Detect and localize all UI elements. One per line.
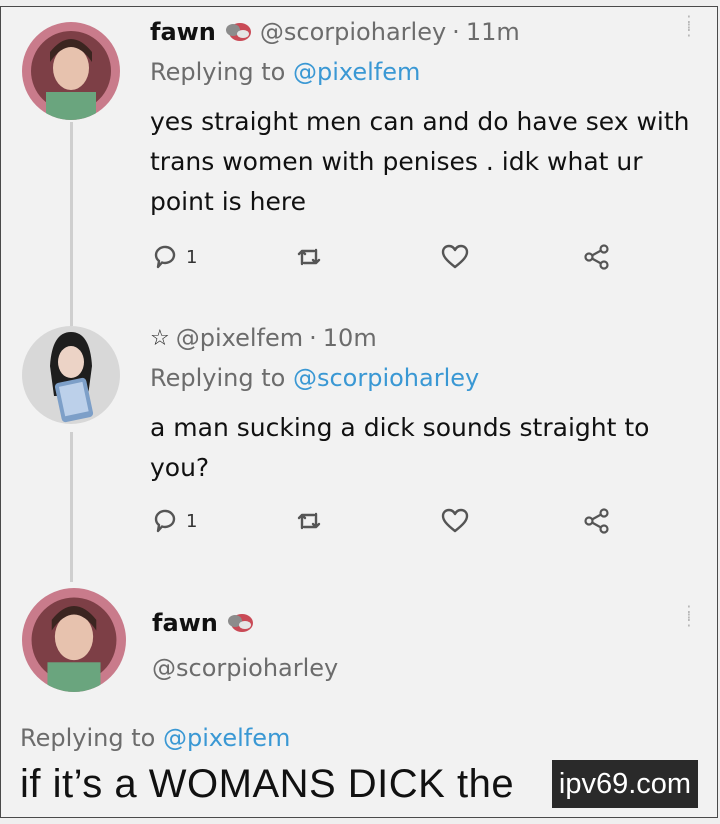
more-icon[interactable]: ⋮ ⋮: [681, 14, 697, 44]
retweet-icon: [294, 506, 324, 536]
replying-prefix: Replying to: [150, 364, 286, 392]
avatar[interactable]: [22, 326, 120, 424]
like-button[interactable]: [440, 506, 470, 536]
replying-prefix: Replying to: [20, 724, 156, 752]
replying-to-link[interactable]: @pixelfem: [163, 724, 290, 752]
avatar[interactable]: [22, 22, 120, 120]
tweet-header: ☆ @pixelfem · 10m: [150, 322, 377, 354]
like-icon: [440, 506, 470, 536]
share-icon: [582, 242, 612, 272]
share-button[interactable]: [582, 242, 612, 272]
action-bar: 1: [150, 242, 630, 282]
pill-emoji-icon: [226, 611, 254, 635]
like-button[interactable]: [440, 242, 470, 272]
replying-to-link[interactable]: @scorpioharley: [293, 364, 479, 392]
reply-icon: [150, 506, 180, 536]
more-icon[interactable]: ⋮ ⋮: [681, 604, 697, 634]
tweet-header: fawn @scorpioharley · 11m: [150, 16, 520, 48]
retweet-icon: [294, 242, 324, 272]
display-name[interactable]: fawn: [150, 18, 216, 46]
handle[interactable]: @scorpioharley: [152, 654, 338, 682]
reply-count: 1: [186, 510, 198, 532]
watermark: ipv69.com: [552, 760, 698, 808]
retweet-button[interactable]: [294, 242, 324, 272]
star-icon: ☆: [150, 325, 170, 351]
focused-header: fawn: [152, 606, 262, 640]
handle[interactable]: @scorpioharley: [260, 18, 446, 46]
replying-to-link[interactable]: @pixelfem: [293, 58, 420, 86]
timestamp[interactable]: 11m: [466, 18, 520, 46]
thread-line: [70, 432, 73, 582]
pill-emoji-icon: [224, 20, 252, 44]
tweet-text: yes straight men can and do have sex wit…: [150, 107, 690, 216]
replying-prefix: Replying to: [150, 58, 286, 86]
reply-icon: [150, 242, 180, 272]
avatar[interactable]: [22, 588, 126, 692]
display-name[interactable]: fawn: [152, 609, 218, 637]
retweet-button[interactable]: [294, 506, 324, 536]
share-button[interactable]: [582, 506, 612, 536]
focused-tweet-text: if it’s a WOMANS DICK the: [20, 762, 515, 806]
separator-dot: ·: [452, 18, 460, 46]
replying-to: Replying to @pixelfem: [150, 58, 420, 86]
timestamp[interactable]: 10m: [323, 324, 377, 352]
reply-button[interactable]: 1: [150, 506, 197, 536]
replying-to: Replying to @scorpioharley: [150, 364, 479, 392]
share-icon: [582, 506, 612, 536]
handle[interactable]: @pixelfem: [176, 324, 303, 352]
reply-button[interactable]: 1: [150, 242, 197, 272]
action-bar: 1: [150, 506, 630, 546]
thread-line: [70, 122, 73, 326]
separator-dot: ·: [309, 324, 317, 352]
tweet-text: a man sucking a dick sounds straight to …: [150, 413, 650, 482]
like-icon: [440, 242, 470, 272]
replying-to: Replying to @pixelfem: [20, 724, 290, 752]
reply-count: 1: [186, 246, 198, 268]
